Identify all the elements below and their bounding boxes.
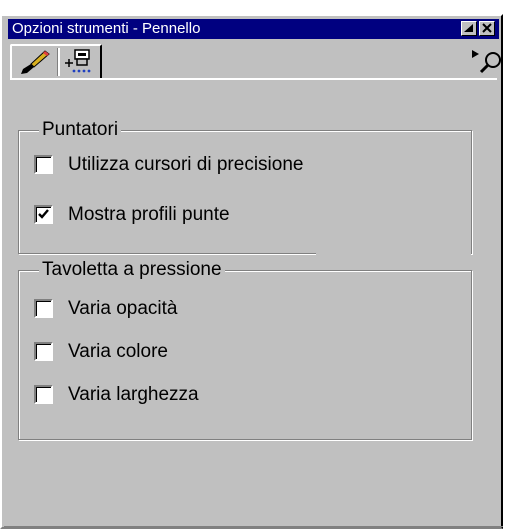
brush-icon	[21, 50, 50, 74]
panel-menu-button[interactable]	[468, 48, 504, 79]
puntatori-group-label: Puntatori	[39, 119, 122, 141]
puntatori-group	[18, 130, 472, 254]
frame-gap	[316, 252, 471, 256]
close-button[interactable]	[479, 21, 495, 36]
tab-bar	[10, 44, 102, 78]
pressure-tablet-group-label: Tavoletta a pressione	[39, 259, 225, 281]
tab-spray[interactable]	[64, 48, 94, 81]
spray-nozzle-icon	[65, 49, 91, 73]
vary-width-checkbox[interactable]	[34, 385, 53, 404]
vary-opacity-label: Varia opacità	[68, 298, 178, 319]
magnifier-menu-icon	[472, 50, 501, 74]
show-tip-outlines-label: Mostra profili punte	[68, 204, 230, 225]
checkmark-icon	[38, 209, 49, 219]
tool-options-window: Opzioni strumenti - Pennello Puntatori U…	[0, 14, 503, 529]
tab-separator	[57, 48, 60, 76]
tab-brush[interactable]	[18, 49, 52, 80]
window-bottom-edge	[4, 526, 503, 527]
minimize-button[interactable]	[461, 21, 477, 36]
vary-opacity-checkbox[interactable]	[34, 299, 53, 318]
title-bar[interactable]: Opzioni strumenti - Pennello	[8, 19, 499, 39]
close-icon	[482, 23, 492, 33]
vary-color-label: Varia colore	[68, 341, 168, 362]
vary-width-label: Varia larghezza	[68, 384, 199, 405]
minimize-icon	[464, 24, 473, 32]
show-tip-outlines-checkbox[interactable]	[34, 205, 53, 224]
tab-panel-border	[10, 78, 497, 80]
precision-cursors-checkbox[interactable]	[34, 155, 53, 174]
precision-cursors-label: Utilizza cursori di precisione	[68, 154, 304, 175]
vary-color-checkbox[interactable]	[34, 342, 53, 361]
window-title: Opzioni strumenti - Pennello	[12, 20, 201, 37]
